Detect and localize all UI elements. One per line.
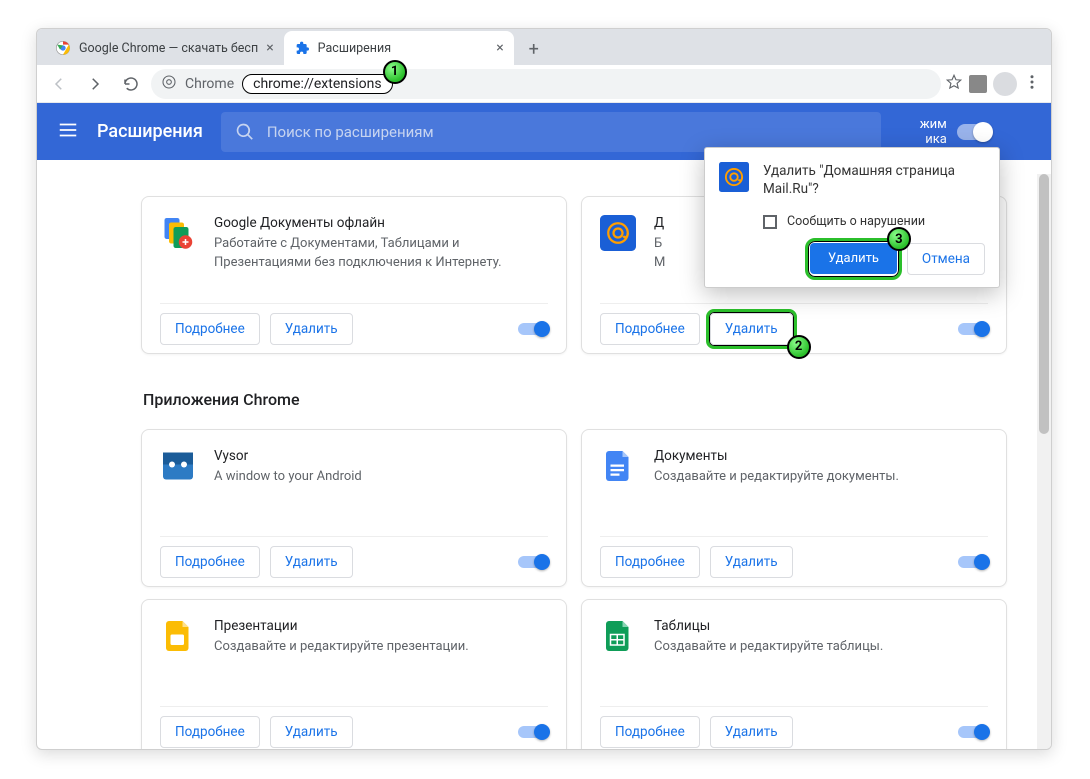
checkbox-icon[interactable] [763, 215, 777, 229]
tab-strip: Google Chrome — скачать бесп × Расширени… [37, 29, 1051, 65]
remove-button[interactable]: Удалить [270, 716, 353, 748]
details-button[interactable]: Подробнее [600, 546, 700, 578]
enable-toggle[interactable] [958, 726, 988, 738]
enable-toggle[interactable] [518, 323, 548, 335]
menu-kebab-icon[interactable] [1023, 73, 1041, 95]
remove-button[interactable]: Удалить [270, 313, 353, 345]
google-docs-icon [600, 448, 636, 484]
remove-button[interactable]: Удалить [710, 546, 793, 578]
menu-icon[interactable] [57, 119, 79, 145]
remove-button[interactable]: Удалить [270, 546, 353, 578]
browser-toolbar: Chrome chrome://extensions 1 [37, 65, 1051, 103]
extensions-search[interactable] [221, 112, 881, 152]
vertical-scrollbar[interactable] [1037, 174, 1051, 749]
card-description: Создавайте и редактируйте таблицы. [654, 638, 883, 657]
google-slides-icon [160, 618, 196, 654]
remove-button[interactable]: Удалить [710, 716, 793, 748]
developer-mode-toggle[interactable]: жим ика [899, 117, 991, 147]
extension-card-google-docs-offline: Google Документы офлайн Работайте с Доку… [141, 196, 567, 354]
card-title: Д [654, 215, 665, 231]
enable-toggle[interactable] [518, 726, 548, 738]
chrome-window: – ▢ ✕ Google Chrome — скачать бесп × Рас… [36, 28, 1052, 750]
enable-toggle[interactable] [958, 323, 988, 335]
enable-toggle[interactable] [958, 556, 988, 568]
close-tab-icon[interactable]: × [266, 40, 273, 56]
dialog-title: Удалить "Домашняя страница Mail.Ru"? [763, 162, 985, 198]
google-docs-offline-icon [160, 215, 196, 251]
app-card-google-sheets: Таблицы Создавайте и редактируйте таблиц… [581, 599, 1007, 749]
section-title-chrome-apps: Приложения Chrome [143, 390, 1007, 409]
chrome-page-icon [161, 74, 177, 94]
mailru-icon [719, 162, 749, 192]
close-tab-icon[interactable]: × [496, 40, 503, 56]
report-abuse-checkbox[interactable]: Сообщить о нарушении [763, 214, 985, 229]
extension-slot-icon[interactable] [969, 75, 987, 93]
chrome-icon [55, 40, 71, 56]
page-title: Расширения [97, 121, 203, 142]
app-card-google-docs: Документы Создавайте и редактируйте доку… [581, 429, 1007, 587]
address-url: chrome://extensions [242, 74, 392, 94]
puzzle-icon [294, 40, 310, 56]
mailru-icon [600, 215, 636, 251]
toggle-switch-icon[interactable] [957, 124, 991, 140]
card-title: Vysor [214, 448, 362, 464]
cancel-button[interactable]: Отмена [907, 243, 985, 275]
forward-button[interactable] [79, 68, 111, 100]
card-title: Google Документы офлайн [214, 215, 548, 231]
card-description: A window to your Android [214, 468, 362, 487]
confirm-remove-button[interactable]: Удалить [810, 243, 897, 274]
vysor-icon [160, 448, 196, 484]
details-button[interactable]: Подробнее [160, 716, 260, 748]
reload-button[interactable] [115, 68, 147, 100]
developer-mode-label: жим ика [899, 117, 947, 147]
card-description: Работайте с Документами, Таблицами и Пре… [214, 235, 548, 273]
new-tab-button[interactable]: + [520, 35, 548, 63]
google-sheets-icon [600, 618, 636, 654]
profile-avatar[interactable] [993, 72, 1017, 96]
tab-title: Расширения [318, 41, 489, 56]
card-description: Б М [654, 235, 665, 273]
app-card-vysor: Vysor A window to your Android Подробнее… [141, 429, 567, 587]
details-button[interactable]: Подробнее [600, 313, 700, 345]
enable-toggle[interactable] [518, 556, 548, 568]
card-title: Документы [654, 448, 899, 464]
app-card-google-slides: Презентации Создавайте и редактируйте пр… [141, 599, 567, 749]
address-bar[interactable]: Chrome chrome://extensions 1 [151, 69, 941, 99]
tab-title: Google Chrome — скачать бесп [79, 41, 258, 56]
card-description: Создавайте и редактируйте документы. [654, 468, 899, 487]
card-title: Таблицы [654, 618, 883, 634]
remove-button[interactable]: Удалить [710, 313, 793, 345]
tab-google-chrome-download[interactable]: Google Chrome — скачать бесп × [45, 31, 284, 65]
bookmark-star-icon[interactable] [945, 73, 963, 95]
details-button[interactable]: Подробнее [160, 546, 260, 578]
card-description: Создавайте и редактируйте презентации. [214, 638, 469, 657]
search-icon [235, 122, 255, 142]
confirm-remove-dialog: Удалить "Домашняя страница Mail.Ru"? Соо… [704, 147, 1000, 288]
report-abuse-label: Сообщить о нарушении [787, 214, 925, 229]
address-host-label: Chrome [185, 76, 234, 92]
tab-extensions[interactable]: Расширения × [284, 31, 514, 65]
search-input[interactable] [267, 123, 867, 141]
card-title: Презентации [214, 618, 469, 634]
details-button[interactable]: Подробнее [160, 313, 260, 345]
back-button[interactable] [43, 68, 75, 100]
details-button[interactable]: Подробнее [600, 716, 700, 748]
